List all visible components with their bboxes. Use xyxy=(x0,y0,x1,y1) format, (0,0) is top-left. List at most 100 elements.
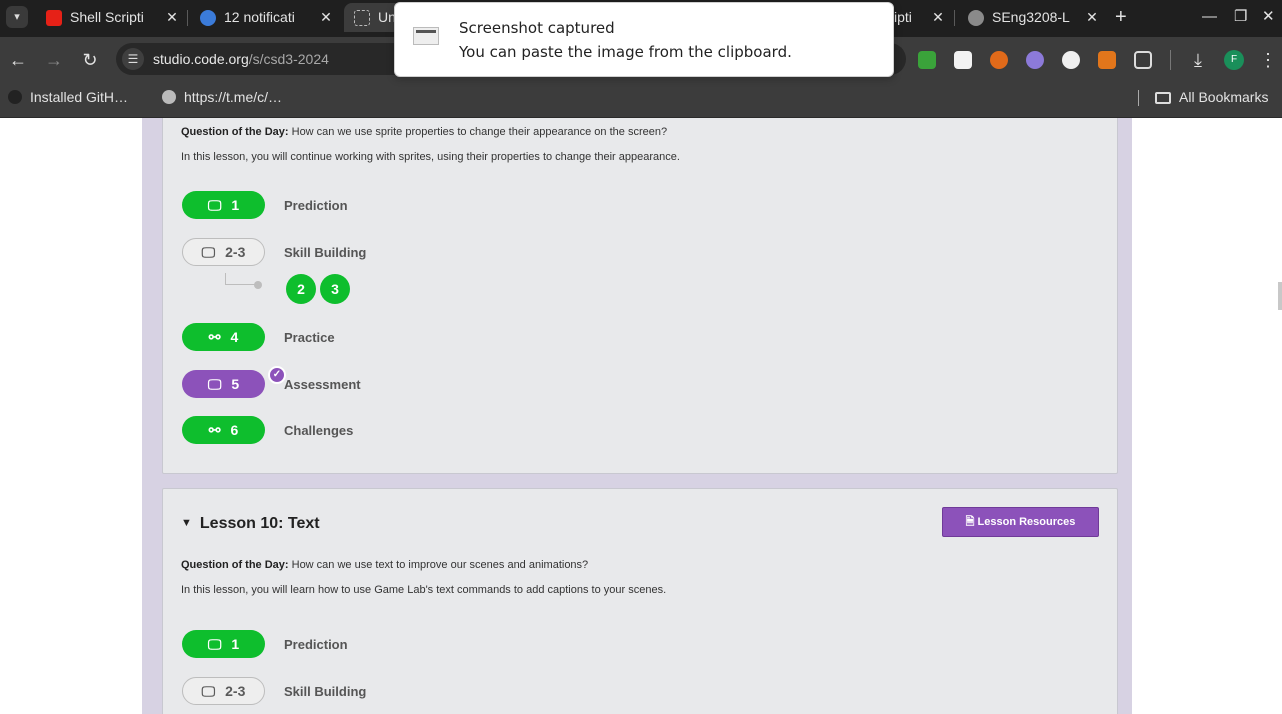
ghost-extension-icon[interactable] xyxy=(1026,51,1044,69)
qotd-label: Question of the Day: xyxy=(181,559,289,571)
level-label[interactable]: Practice xyxy=(284,330,335,345)
monitor-icon: 🖵 xyxy=(207,197,222,213)
extension-icon[interactable] xyxy=(954,51,972,69)
sublevel-bubble-3[interactable]: 3 xyxy=(320,274,350,304)
tab-divider xyxy=(187,10,188,26)
new-tab-button[interactable]: + xyxy=(1115,5,1127,29)
level-label[interactable]: Assessment xyxy=(284,377,361,392)
lesson-resources-button[interactable]: 🗎 Lesson Resources xyxy=(942,507,1099,537)
site-info-icon[interactable]: ☰ xyxy=(122,48,144,70)
monitor-icon: 🖵 xyxy=(201,244,216,260)
lesson-title-text: Lesson 10: Text xyxy=(199,515,320,532)
level-label[interactable]: Prediction xyxy=(284,198,348,213)
minimize-icon[interactable]: — xyxy=(1202,5,1217,29)
profile-avatar[interactable]: F xyxy=(1224,50,1244,70)
qotd-text: How can we use text to improve our scene… xyxy=(291,559,589,571)
github-icon xyxy=(8,90,22,104)
level-label[interactable]: Skill Building xyxy=(284,684,366,699)
level-pill-2-3[interactable]: 🖵 2-3 xyxy=(182,238,265,266)
close-window-icon[interactable]: ✕ xyxy=(1262,5,1275,29)
level-number: 4 xyxy=(230,329,239,345)
tab-search-chevron-icon[interactable]: ▾ xyxy=(6,6,28,28)
connector-dot xyxy=(254,281,262,289)
level-pill-6[interactable]: ⚯ 6 xyxy=(182,416,265,444)
url-text[interactable]: studio.code.org/s/csd3-2024 xyxy=(153,43,329,75)
forward-icon[interactable]: → xyxy=(42,48,66,72)
document-icon: 🗎 xyxy=(965,516,975,528)
level-label[interactable]: Prediction xyxy=(284,637,348,652)
notification-title: Screenshot captured xyxy=(459,19,615,37)
globe-icon xyxy=(968,10,984,26)
level-number: 6 xyxy=(230,422,239,438)
sublevel-bubble-2[interactable]: 2 xyxy=(286,274,316,304)
folder-icon xyxy=(1155,92,1171,104)
bookmarks-bar: Installed GitH… https://t.me/c/… All Boo… xyxy=(0,82,1282,118)
all-bookmarks-label: All Bookmarks xyxy=(1179,89,1269,105)
lesson-card: ▼ Lesson 10: Text 🗎 Lesson Resources Ques… xyxy=(162,488,1118,714)
url-path: /s/csd3-2024 xyxy=(248,51,329,67)
tab-notifications[interactable]: 12 notificati ✕ xyxy=(190,3,340,32)
level-pill-4[interactable]: ⚯ 4 xyxy=(182,323,265,351)
level-pill-1[interactable]: 🖵 1 xyxy=(182,630,265,658)
qotd-label: Question of the Day: xyxy=(181,126,289,138)
caret-down-icon[interactable]: ▼ xyxy=(181,517,192,529)
download-icon[interactable]: ⤓ xyxy=(1186,48,1210,72)
lesson-description: In this lesson, you will continue workin… xyxy=(181,151,680,163)
screenshot-icon xyxy=(354,10,370,26)
reload-icon[interactable]: ↻ xyxy=(78,48,102,72)
screenshot-thumbnail-icon xyxy=(413,27,439,45)
extensions-puzzle-icon[interactable] xyxy=(1134,51,1152,69)
tab-seng3208[interactable]: SEng3208-L ✕ xyxy=(958,3,1106,32)
globe-icon xyxy=(162,90,176,104)
tab-divider xyxy=(954,10,955,26)
lesson-resources-label: Lesson Resources xyxy=(977,516,1076,528)
tab-title: 12 notificati xyxy=(224,9,295,25)
maximize-icon[interactable]: ❐ xyxy=(1234,5,1247,29)
level-label[interactable]: Skill Building xyxy=(284,245,366,260)
close-tab-icon[interactable]: ✕ xyxy=(930,3,946,32)
level-number: 5 xyxy=(231,376,240,392)
chart-extension-icon[interactable] xyxy=(918,51,936,69)
wave-extension-icon[interactable] xyxy=(1062,51,1080,69)
bookmark-label: Installed GitH… xyxy=(30,89,129,105)
monitor-icon: 🖵 xyxy=(207,376,222,392)
bookmarks-divider xyxy=(1138,90,1139,106)
menu-icon[interactable]: ⋮ xyxy=(1256,48,1280,72)
screenshot-notification[interactable]: Screenshot captured You can paste the im… xyxy=(394,2,894,77)
level-number: 1 xyxy=(231,197,240,213)
tab-shell-scripting[interactable]: Shell Scripti ✕ xyxy=(36,3,186,32)
notifications-icon xyxy=(200,10,216,26)
bookmark-item[interactable]: Installed GitH… xyxy=(8,82,128,112)
tab-title: SEng3208-L xyxy=(992,9,1070,25)
network-icon: ⚯ xyxy=(208,422,221,438)
close-tab-icon[interactable]: ✕ xyxy=(318,3,334,32)
tab-title: ipti xyxy=(894,9,912,25)
bookmark-item[interactable]: https://t.me/c/… xyxy=(162,82,282,112)
close-tab-icon[interactable]: ✕ xyxy=(1084,3,1100,32)
metamask-icon[interactable] xyxy=(1098,51,1116,69)
level-pill-2-3[interactable]: 🖵 2-3 xyxy=(182,677,265,705)
url-domain: studio.code.org xyxy=(153,51,249,67)
level-number: 2-3 xyxy=(225,683,246,699)
tab-title: Shell Scripti xyxy=(70,9,144,25)
toolbar-divider xyxy=(1170,50,1171,70)
lesson-title[interactable]: ▼ Lesson 10: Text xyxy=(181,515,320,533)
page-content: Question of the Day: How can we use spri… xyxy=(0,118,1282,714)
level-number: 2-3 xyxy=(225,244,246,260)
monitor-icon: 🖵 xyxy=(207,636,222,652)
level-pill-1[interactable]: 🖵 1 xyxy=(182,191,265,219)
monitor-icon: 🖵 xyxy=(201,683,216,699)
scrollbar-thumb[interactable] xyxy=(1278,282,1282,310)
level-pill-5[interactable]: 🖵 5 ✓ xyxy=(182,366,286,398)
lesson-description: In this lesson, you will learn how to us… xyxy=(181,584,667,596)
lesson-card: Question of the Day: How can we use spri… xyxy=(162,118,1118,474)
level-label[interactable]: Challenges xyxy=(284,423,353,438)
level-number: 1 xyxy=(231,636,240,652)
close-tab-icon[interactable]: ✕ xyxy=(164,3,180,32)
youtube-icon xyxy=(46,10,62,26)
bookmark-label: https://t.me/c/… xyxy=(184,89,283,105)
all-bookmarks-button[interactable]: All Bookmarks xyxy=(1155,82,1268,112)
spark-extension-icon[interactable] xyxy=(990,51,1008,69)
back-icon[interactable]: ← xyxy=(6,48,30,72)
qotd-text: How can we use sprite properties to chan… xyxy=(291,126,668,138)
